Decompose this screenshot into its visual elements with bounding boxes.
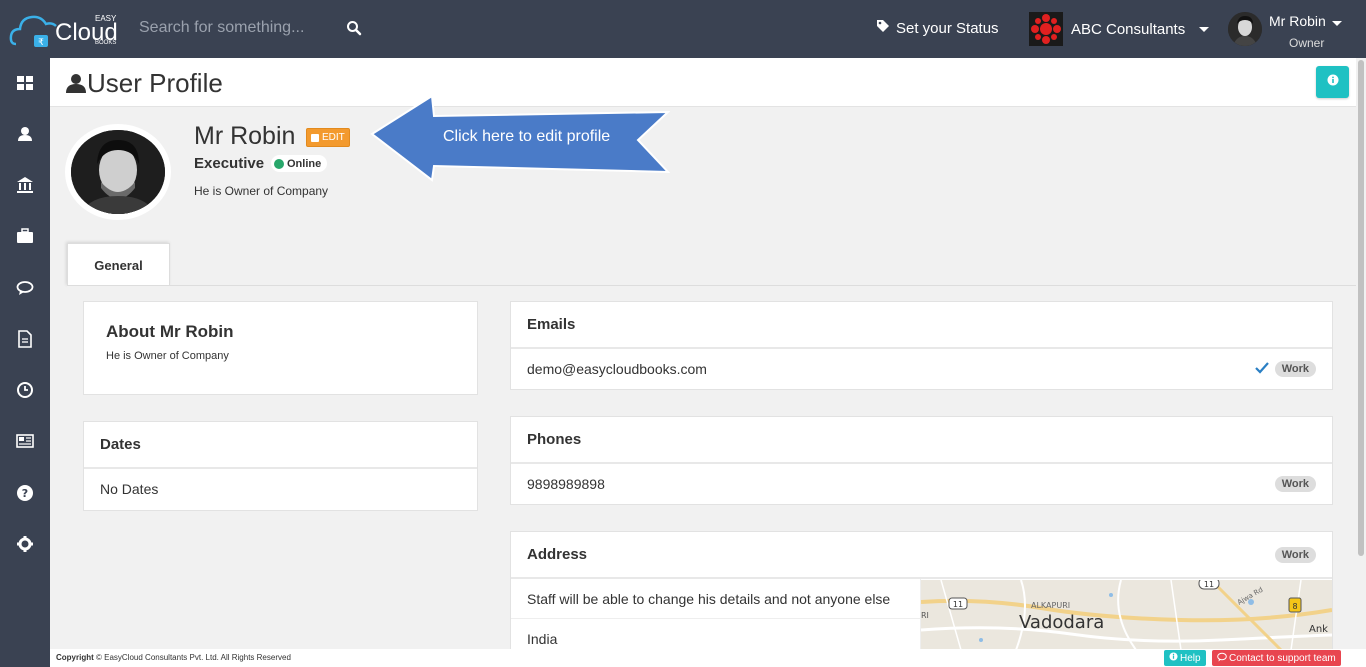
sidebar: ? [0,58,50,667]
email-type-badge: Work [1274,361,1316,377]
user-icon [65,72,87,94]
address-header: Address Work [511,532,1332,579]
avatar [1228,12,1262,46]
sidebar-item-documents[interactable] [0,321,50,361]
status-badge: Online [271,155,328,172]
company-switcher[interactable]: ABC Consultants [1029,12,1210,46]
edit-profile-button[interactable]: EDIT [306,128,350,147]
bank-icon [16,176,34,199]
dates-card: Dates No Dates [83,421,478,511]
address-title: Address [527,546,588,563]
comment-icon [1217,652,1227,665]
phone-value[interactable]: 9898989898 [527,476,605,492]
sidebar-item-users[interactable] [0,116,50,156]
callout-text: Click here to edit profile [443,128,611,145]
edit-icon [311,133,319,142]
svg-text:ALKAPURI: ALKAPURI [1031,601,1070,610]
status-label: Online [287,157,322,170]
phones-card: Phones 9898989898 Work [510,416,1333,505]
dates-title: Dates [84,422,477,469]
sidebar-item-dashboard[interactable] [0,65,50,105]
user-role: Owner [1289,36,1325,50]
page-header: User Profile [50,58,1356,107]
profile-position: Executive [194,155,265,172]
page-scrollbar[interactable] [1356,58,1366,649]
svg-text:EASY: EASY [95,14,117,23]
search-icon[interactable] [346,20,362,36]
footer: Copyright © EasyCloud Consultants Pvt. L… [50,649,1366,667]
dashboard-icon [16,74,34,97]
help-button[interactable]: Help [1164,650,1206,666]
copyright-text: Copyright © EasyCloud Consultants Pvt. L… [56,653,291,662]
address-card: Address Work Staff will be able to chang… [510,531,1333,659]
tag-icon [876,19,890,37]
dates-empty: No Dates [100,481,159,497]
contact-support-button[interactable]: Contact to support team [1212,650,1341,666]
help-icon: ? [16,484,34,507]
tab-panel-general: About Mr Robin He is Owner of Company Da… [67,285,1356,659]
top-navbar: ₹ Cloud EASY BOOKS Search for something.… [0,0,1366,58]
svg-text:11: 11 [953,600,963,609]
set-status-label: Set your Status [896,19,999,37]
address-map[interactable]: 11 11 8 RI ALKAPURI Vadodara Ajwa Rd Ank [921,580,1332,650]
main-content: User Profile Mr Robin EDIT Executive Onl… [50,58,1356,659]
svg-text:RI: RI [921,611,929,620]
phones-title: Phones [511,417,1332,464]
company-name: ABC Consultants [1071,20,1186,38]
email-row: demo@easycloudbooks.com Work [511,349,1332,389]
svg-text:?: ? [22,487,28,500]
sidebar-item-settings[interactable] [0,526,50,566]
check-icon [1254,361,1269,377]
svg-text:BOOKS: BOOKS [95,40,116,46]
profile-tagline: He is Owner of Company [194,184,329,198]
sidebar-item-projects[interactable] [0,218,50,258]
info-icon [1327,73,1339,91]
about-title: About Mr Robin [106,322,234,341]
briefcase-icon [16,227,34,250]
document-icon [16,329,34,353]
chevron-down-icon [1199,26,1210,32]
svg-text:₹: ₹ [38,38,44,48]
clock-icon [16,381,34,404]
profile-avatar [65,124,171,220]
user-icon [16,125,34,148]
chevron-down-icon [1331,21,1342,26]
page-title: User Profile [87,68,223,98]
email-value[interactable]: demo@easycloudbooks.com [527,361,707,377]
set-status-button[interactable]: Set your Status [876,19,999,37]
company-logo [1029,12,1063,46]
emails-card: Emails demo@easycloudbooks.com Work [510,301,1333,390]
user-name: Mr Robin [1269,13,1342,29]
settings-icon [16,535,34,558]
emails-title: Emails [511,302,1332,349]
edit-label: EDIT [322,132,345,143]
about-card: About Mr Robin He is Owner of Company [83,301,478,395]
phone-row: 9898989898 Work [511,464,1332,504]
easycloud-logo[interactable]: ₹ Cloud EASY BOOKS [8,4,128,54]
sidebar-item-reports[interactable] [0,423,50,463]
about-text: He is Owner of Company [106,350,229,362]
phone-type-badge: Work [1274,476,1316,492]
sidebar-item-banking[interactable] [0,167,50,207]
newspaper-icon [16,432,34,455]
tab-general[interactable]: General [67,243,170,286]
search-input[interactable]: Search for something... [139,19,304,37]
sidebar-item-messages[interactable] [0,270,50,310]
user-menu[interactable]: Mr Robin Owner [1228,10,1358,52]
profile-name: Mr Robin [194,122,296,150]
sidebar-item-timesheet[interactable] [0,372,50,412]
info-icon [1169,652,1178,664]
svg-text:Ank: Ank [1309,624,1328,635]
svg-text:8: 8 [1292,602,1297,611]
address-line-1: Staff will be able to change his details… [511,579,921,619]
comments-icon [16,279,34,302]
sidebar-item-help[interactable]: ? [0,475,50,515]
svg-text:11: 11 [1204,580,1214,589]
address-type-badge: Work [1274,546,1316,563]
svg-text:Vadodara: Vadodara [1019,612,1104,633]
scrollbar-thumb[interactable] [1358,60,1364,556]
online-dot-icon [274,158,284,169]
info-button[interactable] [1316,66,1349,98]
